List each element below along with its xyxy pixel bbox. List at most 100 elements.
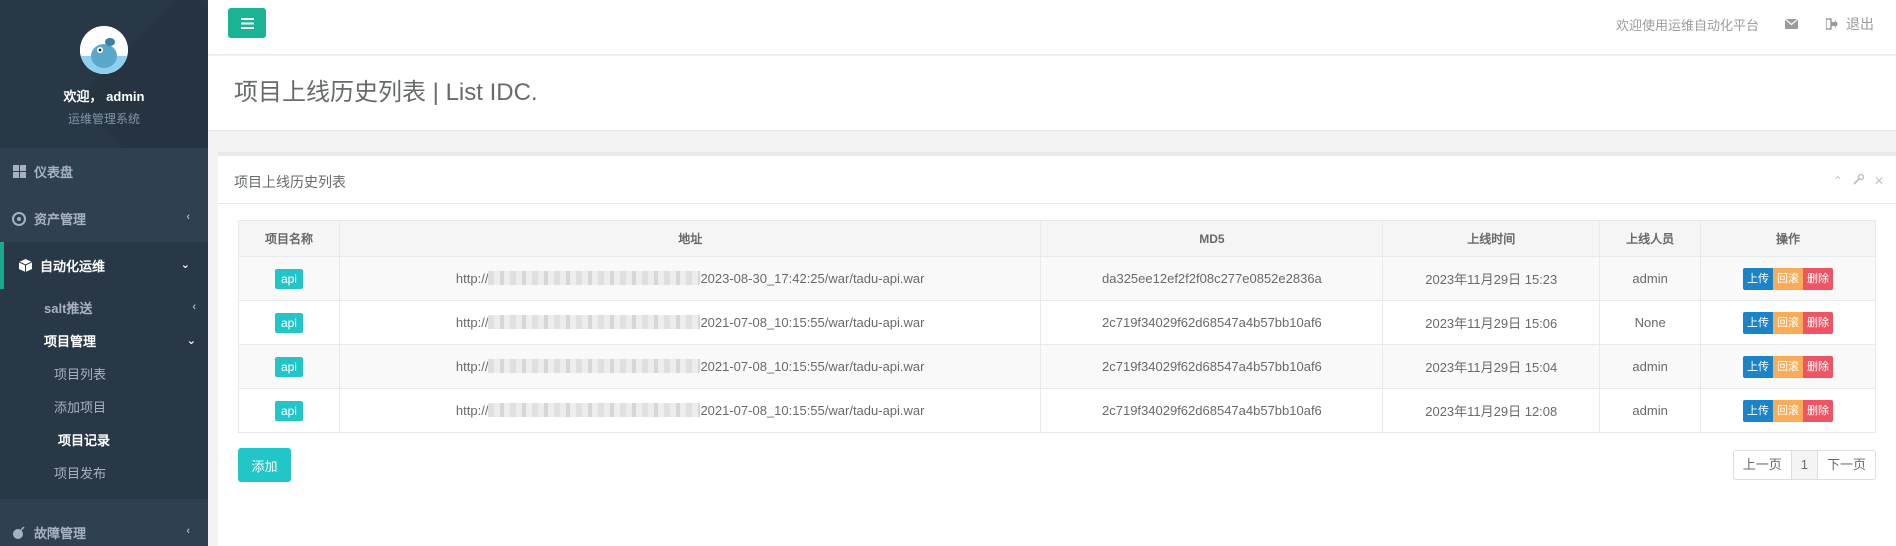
column-header[interactable]: 上线时间 <box>1382 220 1601 257</box>
panel-tools: ⌃ ✕ <box>1833 173 1884 188</box>
logout-label: 退出 <box>1846 16 1874 32</box>
top-right-links: 欢迎使用运维自动化平台 退出 <box>1616 14 1874 34</box>
nav-item-fault[interactable]: 故障管理 ‹ <box>0 509 208 546</box>
nav-label-assets: 资产管理 <box>34 212 87 227</box>
table-row: api http://2021-07-08_10:15:55/war/tadu-… <box>238 344 1876 389</box>
war-address: http://2021-07-08_10:15:55/war/tadu-api.… <box>455 359 925 374</box>
chevron-up-icon[interactable]: ⌃ <box>1833 174 1843 188</box>
sidebar: 欢迎， admin 运维管理系统 仪表盘 资产管理 ‹ 自动化运维 ⌄ salt… <box>0 0 208 546</box>
rollback-button[interactable]: 回滚 <box>1773 399 1804 422</box>
history-table: 项目名称 地址 MD5 上线时间 上线人员 操作 api http://2023… <box>238 220 1876 433</box>
nav-item-project-list[interactable]: 项目列表 <box>0 357 208 390</box>
md5-cell: 2c719f34029f62d68547a4b57bb10af6 <box>1040 344 1384 389</box>
nav-item-salt[interactable]: salt推送 ‹ <box>0 291 208 324</box>
avatar[interactable] <box>80 26 128 74</box>
page-heading: 项目上线历史列表 | List IDC. <box>208 56 1896 131</box>
nav-label-fault: 故障管理 <box>34 526 87 541</box>
column-header[interactable]: 地址 <box>338 220 1042 257</box>
welcome-message: 欢迎使用运维自动化平台 <box>1615 17 1759 33</box>
table-row: api http://2021-07-08_10:15:55/war/tadu-… <box>238 300 1876 345</box>
profile-header: 欢迎， admin 运维管理系统 <box>0 0 208 148</box>
nav-label-automation: 自动化运维 <box>40 259 106 274</box>
redacted-host <box>488 271 701 285</box>
nav-item-dashboard[interactable]: 仪表盘 <box>0 148 208 195</box>
md5-cell: 2c719f34029f62d68547a4b57bb10af6 <box>1040 300 1384 345</box>
welcome-user[interactable]: 欢迎， admin <box>0 86 208 105</box>
nav-label-salt: salt推送 <box>44 301 93 316</box>
project-name-badge: api <box>274 356 303 377</box>
close-icon[interactable]: ✕ <box>1874 174 1884 188</box>
panel-header: 项目上线历史列表 ⌃ ✕ <box>218 156 1896 204</box>
nav-item-project[interactable]: 项目管理 ⌄ <box>0 324 208 357</box>
war-address: http://2021-07-08_10:15:55/war/tadu-api.… <box>455 403 925 418</box>
th-large-icon <box>12 165 26 179</box>
top-navbar: 欢迎使用运维自动化平台 退出 <box>208 0 1896 55</box>
table-header-row: 项目名称 地址 MD5 上线时间 上线人员 操作 <box>238 220 1876 257</box>
cube-icon <box>18 259 32 273</box>
redacted-host <box>488 315 701 329</box>
time-cell: 2023年11月29日 15:04 <box>1382 344 1601 389</box>
chevron-left-icon: ‹ <box>192 301 196 313</box>
column-header[interactable]: 项目名称 <box>238 220 340 257</box>
actions-cell: 上传 回滚 删除 <box>1700 388 1876 433</box>
nav-item-project-release[interactable]: 项目发布 <box>0 456 208 489</box>
column-header[interactable]: MD5 <box>1040 220 1384 257</box>
project-name-badge: api <box>274 312 303 333</box>
upload-button[interactable]: 上传 <box>1743 355 1774 378</box>
next-page-button[interactable]: 下一页 <box>1816 451 1875 479</box>
mail-link[interactable] <box>1785 19 1798 29</box>
sign-out-icon <box>1826 18 1838 30</box>
upload-button[interactable]: 上传 <box>1743 399 1774 422</box>
automation-submenu: salt推送 ‹ 项目管理 ⌄ 项目列表 添加项目 项目记录 项目发布 <box>0 289 208 499</box>
menu-toggle-button[interactable] <box>228 8 266 38</box>
user-cell: admin <box>1599 388 1702 433</box>
nav-item-automation[interactable]: 自动化运维 ⌄ <box>0 242 208 289</box>
delete-button[interactable]: 删除 <box>1803 267 1834 290</box>
upload-button[interactable]: 上传 <box>1743 311 1774 334</box>
wrench-icon[interactable] <box>1853 173 1865 188</box>
column-header[interactable]: 操作 <box>1700 220 1876 257</box>
table-row: api http://2023-08-30_17:42:25/war/tadu-… <box>238 256 1876 301</box>
bomb-icon <box>12 525 26 540</box>
delete-button[interactable]: 删除 <box>1803 399 1834 422</box>
rollback-button[interactable]: 回滚 <box>1773 311 1804 334</box>
logout-link[interactable]: 退出 <box>1826 14 1874 34</box>
column-header[interactable]: 上线人员 <box>1599 220 1702 257</box>
rebel-icon <box>12 211 26 226</box>
chevron-left-icon: ‹ <box>186 211 190 223</box>
current-page-button[interactable]: 1 <box>1790 451 1817 479</box>
delete-button[interactable]: 删除 <box>1803 311 1834 334</box>
panel-title: 项目上线历史列表 <box>234 174 346 190</box>
chevron-down-icon: ⌄ <box>180 259 190 271</box>
md5-cell: 2c719f34029f62d68547a4b57bb10af6 <box>1040 388 1384 433</box>
envelope-icon <box>1785 19 1798 29</box>
war-address: http://2021-07-08_10:15:55/war/tadu-api.… <box>455 315 925 330</box>
nav-item-assets[interactable]: 资产管理 ‹ <box>0 195 208 242</box>
rollback-button[interactable]: 回滚 <box>1773 355 1804 378</box>
history-panel: 项目上线历史列表 ⌃ ✕ 项目名称 地址 MD5 上线时间 上线人员 操作 ap… <box>218 152 1896 546</box>
bars-icon <box>240 17 254 29</box>
rollback-button[interactable]: 回滚 <box>1773 267 1804 290</box>
user-cell: None <box>1599 300 1702 345</box>
add-button[interactable]: 添加 <box>238 448 291 482</box>
upload-button[interactable]: 上传 <box>1743 267 1774 290</box>
time-cell: 2023年11月29日 12:08 <box>1382 388 1601 433</box>
system-subtitle: 运维管理系统 <box>67 112 140 126</box>
redacted-host <box>488 403 701 417</box>
actions-cell: 上传 回滚 删除 <box>1700 344 1876 389</box>
nav-item-add-project[interactable]: 添加项目 <box>0 390 208 423</box>
time-cell: 2023年11月29日 15:23 <box>1382 256 1601 301</box>
war-address: http://2023-08-30_17:42:25/war/tadu-api.… <box>455 271 925 286</box>
delete-button[interactable]: 删除 <box>1803 355 1834 378</box>
chevron-down-icon: ⌄ <box>186 335 196 347</box>
avatar-image <box>80 26 128 74</box>
actions-cell: 上传 回滚 删除 <box>1700 300 1876 345</box>
nav-label-dashboard: 仪表盘 <box>34 165 74 180</box>
project-name-badge: api <box>274 268 303 289</box>
md5-cell: da325ee12ef2f2f08c277e0852e2836a <box>1040 256 1384 301</box>
nav-item-project-records[interactable]: 项目记录 <box>0 423 208 456</box>
pagination: 上一页 1 下一页 <box>1732 450 1876 480</box>
user-cell: admin <box>1599 256 1702 301</box>
user-cell: admin <box>1599 344 1702 389</box>
prev-page-button[interactable]: 上一页 <box>1734 451 1791 479</box>
